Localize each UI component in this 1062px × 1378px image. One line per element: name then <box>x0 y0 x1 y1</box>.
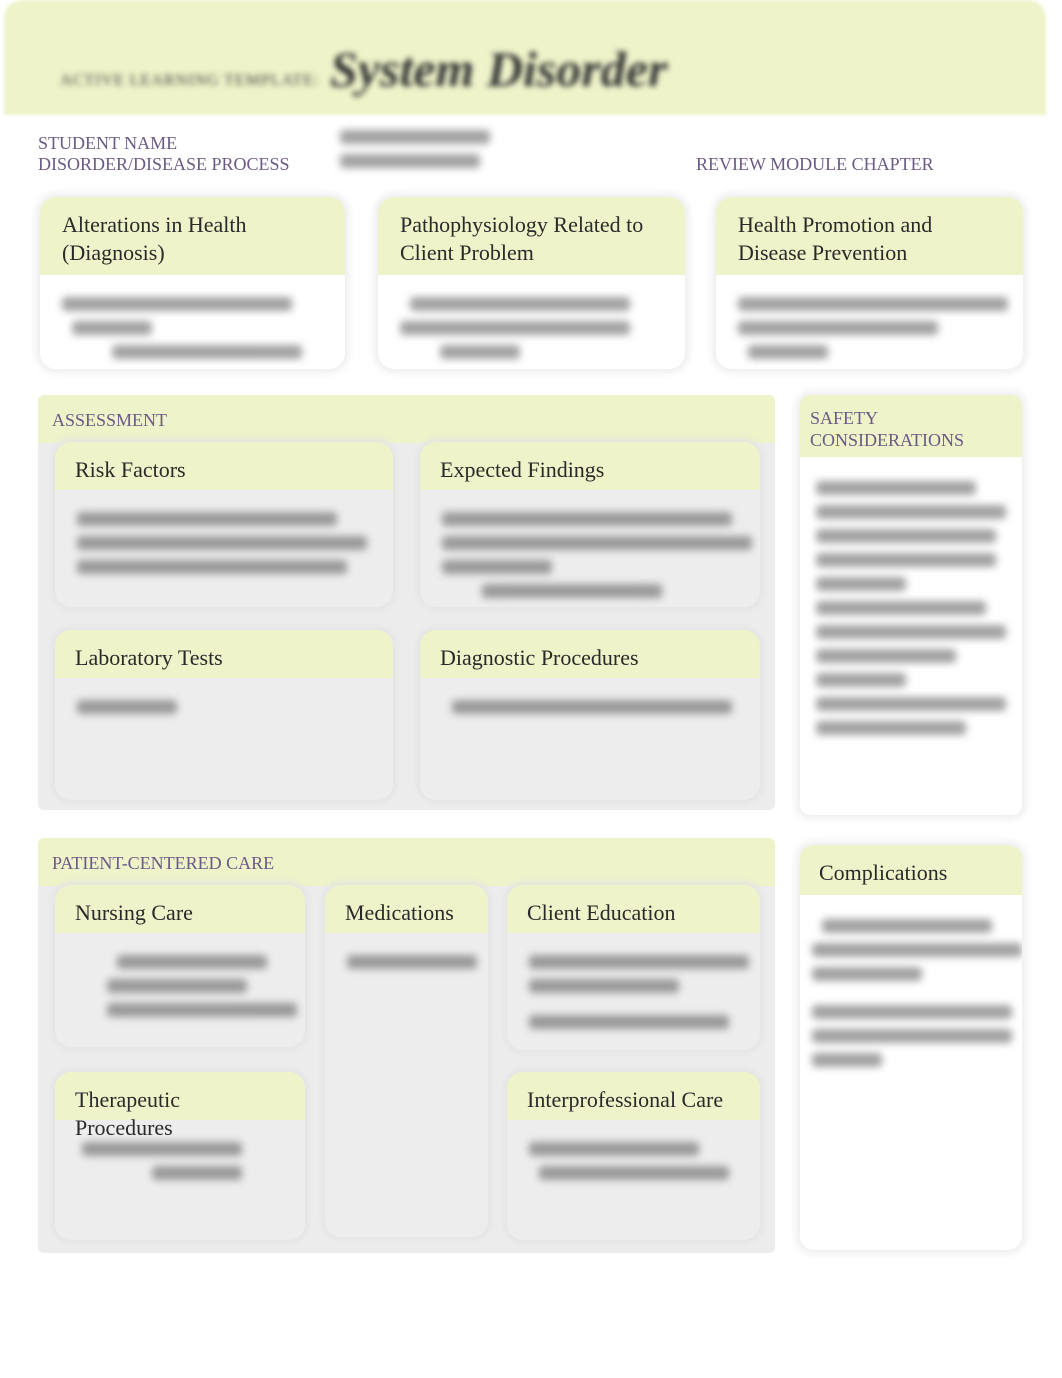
student-name-field[interactable] <box>340 120 660 175</box>
assessment-label: ASSESSMENT <box>52 410 168 430</box>
card-laboratory-tests: Laboratory Tests <box>55 630 393 800</box>
card-title: Expected Findings <box>420 442 760 490</box>
card-content[interactable] <box>716 275 1023 369</box>
card-title: Complications <box>800 845 1022 895</box>
card-complications: Complications <box>800 845 1022 1250</box>
card-title: Laboratory Tests <box>55 630 393 678</box>
student-name-label: STUDENT NAME <box>38 133 178 153</box>
card-title: Risk Factors <box>55 442 393 490</box>
card-content[interactable] <box>507 933 760 1050</box>
card-title: Interprofessional Care <box>507 1072 760 1120</box>
card-client-education: Client Education <box>507 885 760 1050</box>
card-content[interactable] <box>378 275 685 369</box>
safety-label: SAFETY CONSIDERATIONS <box>800 395 1022 457</box>
card-content[interactable] <box>420 490 760 607</box>
card-diagnostic-procedures: Diagnostic Procedures <box>420 630 760 800</box>
card-content[interactable] <box>507 1120 760 1202</box>
card-health-promotion: Health Promotion and Disease Prevention <box>716 197 1023 369</box>
pcc-label: PATIENT-CENTERED CARE <box>52 853 275 873</box>
card-title: Medications <box>325 885 488 933</box>
card-content[interactable] <box>800 457 1022 759</box>
card-safety-considerations: SAFETY CONSIDERATIONS <box>800 395 1022 815</box>
card-title: Client Education <box>507 885 760 933</box>
card-alterations-in-health: Alterations in Health (Diagnosis) <box>40 197 345 369</box>
card-content[interactable] <box>325 933 488 991</box>
card-title: Nursing Care <box>55 885 305 933</box>
template-prefix: ACTIVE LEARNING TEMPLATE: <box>60 72 320 89</box>
card-interprofessional-care: Interprofessional Care <box>507 1072 760 1240</box>
card-pathophysiology: Pathophysiology Related to Client Proble… <box>378 197 685 369</box>
card-content[interactable] <box>55 933 305 1039</box>
card-risk-factors: Risk Factors <box>55 442 393 607</box>
card-content[interactable] <box>55 678 393 736</box>
card-content[interactable] <box>800 895 1022 1091</box>
card-title: Therapeutic Procedures <box>55 1072 305 1140</box>
card-therapeutic-procedures: Therapeutic Procedures <box>55 1072 305 1240</box>
card-expected-findings: Expected Findings <box>420 442 760 607</box>
card-title: Health Promotion and Disease Prevention <box>716 197 1023 275</box>
disorder-label: DISORDER/DISEASE PROCESS <box>38 154 290 174</box>
card-content[interactable] <box>40 275 345 369</box>
review-module-label: REVIEW MODULE CHAPTER <box>696 154 934 174</box>
page-title: System Disorder <box>330 41 668 97</box>
card-title: Alterations in Health (Diagnosis) <box>40 197 345 275</box>
card-medications: Medications <box>325 885 488 1237</box>
card-title: Pathophysiology Related to Client Proble… <box>378 197 685 275</box>
card-content[interactable] <box>420 678 760 736</box>
card-nursing-care: Nursing Care <box>55 885 305 1047</box>
card-title: Diagnostic Procedures <box>420 630 760 678</box>
card-content[interactable] <box>55 490 393 596</box>
